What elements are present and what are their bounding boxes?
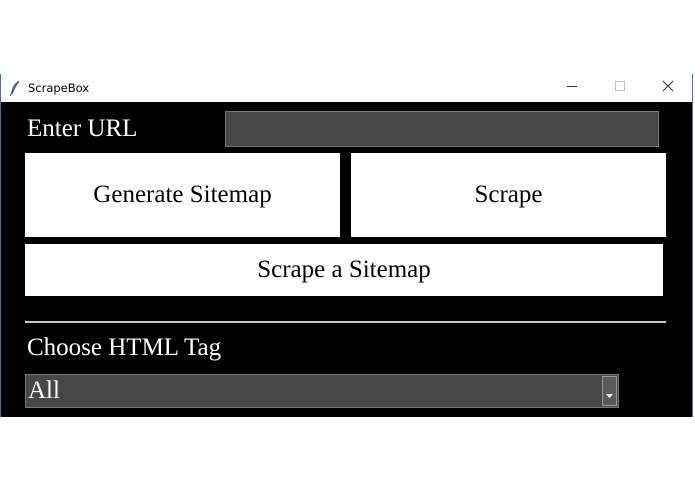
tag-label: Choose HTML Tag (27, 334, 222, 361)
window-controls (548, 74, 692, 102)
app-window: ScrapeBox Enter URL Generate Sitemap Scr… (0, 74, 693, 417)
scrape-button[interactable]: Scrape (351, 153, 666, 237)
maximize-icon (614, 79, 626, 97)
scrape-sitemap-button[interactable]: Scrape a Sitemap (25, 244, 663, 296)
window-title: ScrapeBox (28, 81, 90, 95)
minimize-button[interactable] (548, 74, 596, 102)
minimize-icon (566, 79, 578, 97)
chevron-down-icon (605, 387, 614, 405)
separator (25, 321, 666, 323)
feather-icon (9, 80, 23, 96)
main-panel: Enter URL Generate Sitemap Scrape Scrape… (1, 102, 692, 417)
close-icon (662, 79, 674, 97)
html-tag-select[interactable]: All (25, 374, 619, 408)
generate-sitemap-button[interactable]: Generate Sitemap (25, 153, 340, 237)
title-bar[interactable]: ScrapeBox (1, 74, 692, 102)
dropdown-button[interactable] (602, 376, 617, 406)
url-input[interactable] (225, 111, 659, 147)
html-tag-selected-value: All (28, 377, 60, 404)
url-label: Enter URL (27, 115, 138, 142)
close-button[interactable] (644, 74, 692, 102)
maximize-button[interactable] (596, 74, 644, 102)
